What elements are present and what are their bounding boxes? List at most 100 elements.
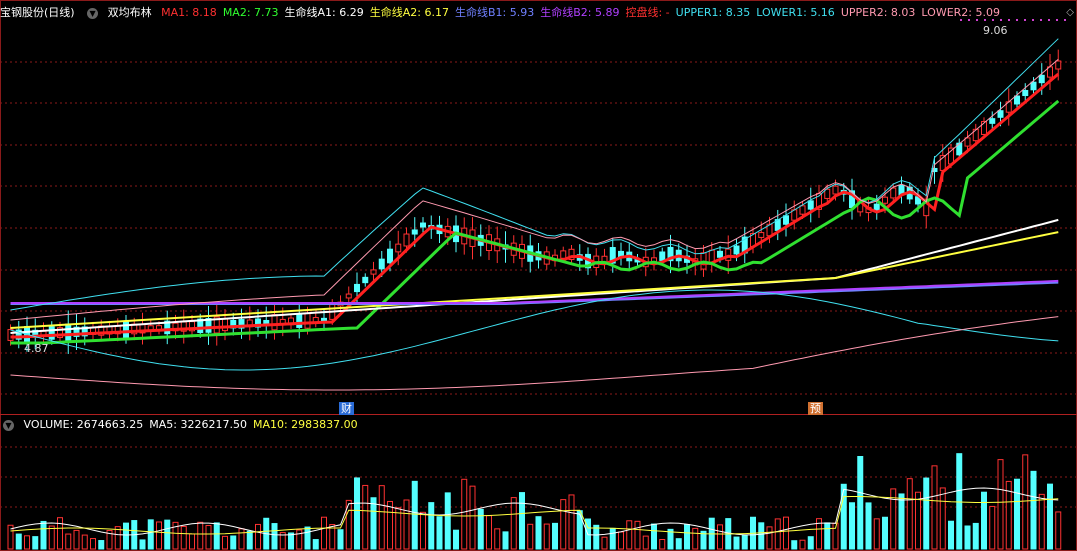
indicator-value-10: LOWER2: 5.09	[921, 6, 1000, 19]
volume-bar	[296, 529, 303, 550]
volume-bar	[461, 478, 468, 550]
candle	[48, 326, 55, 340]
candle	[725, 248, 732, 261]
candle	[1014, 95, 1020, 105]
volume-bar	[222, 535, 228, 550]
volume-bar	[444, 492, 451, 550]
volume-bar	[139, 539, 146, 550]
volume-bar	[197, 521, 204, 550]
forecast-marker[interactable]: 预	[808, 402, 823, 415]
volume-bar	[527, 523, 534, 550]
volume-bar	[48, 525, 55, 550]
volume-bar	[576, 510, 583, 550]
volume-bar	[717, 524, 723, 550]
volume-bar	[675, 538, 682, 550]
volume-value-2: MA10: 2983837.00	[252, 418, 358, 431]
volume-bar	[849, 502, 855, 550]
candle	[832, 185, 839, 195]
volume-bar	[741, 534, 748, 550]
kline-chart[interactable]	[0, 0, 1077, 551]
expand-diamond-icon[interactable]: ◇	[1066, 7, 1074, 18]
volume-bar	[32, 536, 39, 550]
candle	[420, 222, 426, 228]
volume-bar	[1055, 511, 1062, 550]
candles	[7, 49, 1062, 354]
candle	[387, 248, 393, 264]
candle	[807, 200, 814, 210]
high-price-label: 9.06	[983, 24, 1008, 37]
indicator-value-0: MA1: 8.18	[161, 6, 217, 19]
indicator-menu-icon[interactable]: ▼	[87, 7, 99, 19]
volume-bar	[981, 491, 987, 550]
life-b2-line	[10, 279, 1059, 304]
indicator-value-7: UPPER1: 8.35	[675, 6, 751, 19]
volume-bar	[593, 524, 600, 550]
main-indicator-header: 宝钢股份(日线) ▼ 双均布林 MA1: 8.18 MA2: 7.73 生命线A1:…	[0, 5, 1012, 21]
low-price-label: 4.87	[24, 342, 49, 355]
volume-bar	[230, 535, 237, 550]
volume-bar	[65, 533, 72, 550]
volume-bar	[634, 520, 641, 550]
volume-bar	[609, 527, 616, 550]
volume-bar	[989, 505, 996, 550]
volume-menu-icon[interactable]: ▼	[3, 419, 14, 431]
candle	[378, 258, 385, 270]
candle	[271, 314, 278, 331]
volume-bar	[552, 522, 558, 550]
candle	[362, 276, 369, 284]
chart-frame	[0, 0, 1077, 551]
candle	[890, 187, 897, 199]
candle	[882, 196, 888, 204]
indicator-value-1: MA2: 7.73	[222, 6, 279, 19]
volume-bar	[271, 523, 278, 550]
volume-bar	[791, 540, 798, 550]
candle	[1038, 74, 1045, 84]
candle	[1030, 81, 1037, 91]
volume-bar	[436, 516, 443, 550]
volume-bar	[807, 536, 814, 550]
candle	[7, 329, 14, 341]
volume-bar	[1038, 493, 1045, 550]
volume-bar	[312, 539, 319, 550]
volume-bar	[189, 533, 195, 550]
volume-bar	[238, 528, 245, 550]
volume-bar	[395, 507, 402, 550]
volume-bar	[931, 465, 938, 550]
candle	[395, 243, 402, 253]
volume-bar	[354, 477, 360, 550]
candle	[403, 233, 410, 247]
candle	[989, 118, 996, 124]
volume-bar	[40, 520, 47, 550]
volume-bar	[956, 453, 963, 550]
candle	[304, 312, 311, 329]
stock-title: 宝钢股份(日线)	[0, 6, 75, 19]
candle	[799, 205, 806, 215]
volume-bar	[519, 492, 525, 550]
volume-bar	[57, 517, 63, 550]
volume-bar	[774, 518, 781, 550]
volume-bar	[939, 487, 946, 550]
candle	[370, 269, 377, 275]
volume-bar	[733, 536, 740, 550]
candle	[717, 250, 723, 258]
volume-bar	[535, 516, 542, 550]
volume-bar	[15, 533, 22, 550]
candle	[296, 314, 303, 328]
volume-bar	[24, 535, 30, 550]
candle	[560, 250, 567, 259]
volume-bar	[651, 523, 657, 550]
indicator-value-9: UPPER2: 8.03	[840, 6, 916, 19]
finance-report-marker[interactable]: 财	[339, 402, 354, 415]
volume-bar	[824, 522, 831, 550]
volume-bar	[213, 522, 220, 550]
volume-bar	[378, 485, 385, 550]
volume-bar	[98, 540, 105, 550]
indicator-value-6: 控盘线: -	[625, 6, 670, 19]
volume-bar	[510, 497, 517, 550]
candle	[1055, 60, 1062, 70]
volume-bar	[857, 455, 864, 550]
volume-value-0: VOLUME: 2674663.25	[23, 418, 144, 431]
volume-bar	[568, 494, 575, 550]
indicator-name[interactable]: 双均布林	[108, 6, 152, 19]
volume-bar	[618, 531, 624, 550]
